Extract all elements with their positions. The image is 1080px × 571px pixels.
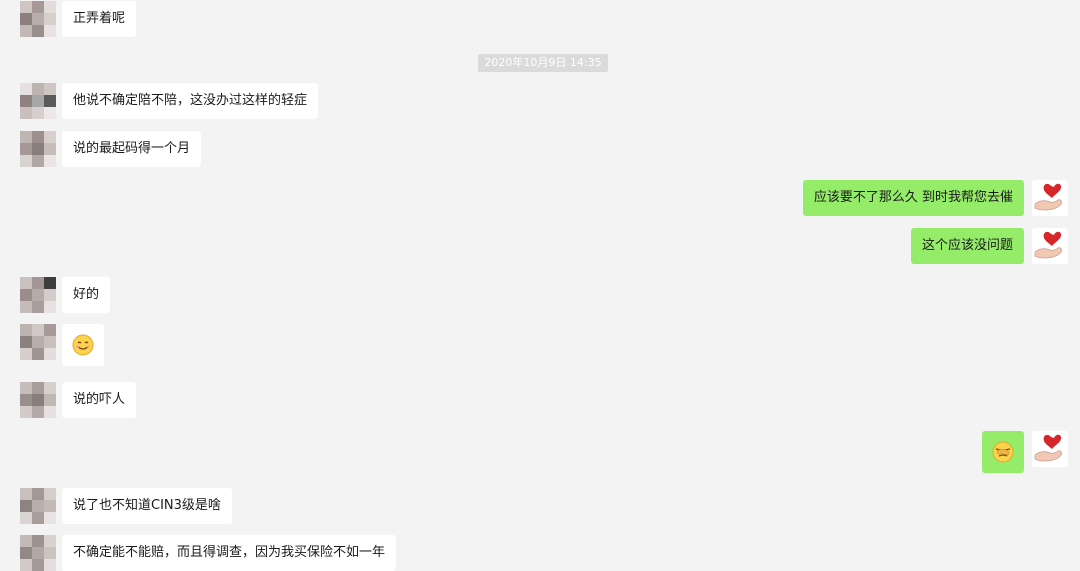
contact-avatar[interactable] bbox=[20, 488, 56, 524]
message-bubble[interactable]: 说的吓人 bbox=[62, 382, 137, 418]
self-avatar[interactable] bbox=[1032, 228, 1068, 264]
chat-area: 正弄着呢 2020年10月9日 14:35 他说不确定陪不陪，这没办过这样的轻症… bbox=[0, 0, 1080, 571]
message-row: 不确定能不能赔，而且得调查，因为我买保险不如一年 bbox=[10, 535, 440, 571]
message-bubble[interactable] bbox=[62, 324, 104, 366]
contact-avatar[interactable] bbox=[20, 83, 56, 119]
heart-hand-icon bbox=[1034, 183, 1063, 211]
message-bubble[interactable]: 说了也不知道CIN3级是啥 bbox=[62, 488, 232, 524]
contact-avatar[interactable] bbox=[20, 324, 56, 360]
message-row: 他说不确定陪不陪，这没办过这样的轻症 bbox=[10, 83, 410, 119]
contact-avatar[interactable] bbox=[20, 131, 56, 167]
contact-avatar[interactable] bbox=[20, 1, 56, 37]
message-row: 应该要不了那么久 到时我帮您去催 bbox=[768, 180, 1068, 216]
self-avatar[interactable] bbox=[1032, 431, 1068, 467]
message-bubble[interactable]: 不确定能不能赔，而且得调查，因为我买保险不如一年 bbox=[62, 535, 397, 571]
message-bubble[interactable] bbox=[982, 431, 1024, 473]
smile-emoji-icon bbox=[72, 334, 94, 355]
timestamp: 2020年10月9日 14:35 bbox=[478, 54, 608, 72]
message-bubble[interactable]: 正弄着呢 bbox=[62, 1, 137, 37]
contact-avatar[interactable] bbox=[20, 535, 56, 571]
heart-hand-icon bbox=[1034, 231, 1063, 259]
message-bubble[interactable]: 他说不确定陪不陪，这没办过这样的轻症 bbox=[62, 83, 319, 119]
message-row: 好的 bbox=[10, 277, 210, 313]
message-row: 正弄着呢 bbox=[10, 1, 210, 37]
message-row: 说的吓人 bbox=[10, 382, 210, 418]
contact-avatar[interactable] bbox=[20, 382, 56, 418]
self-avatar[interactable] bbox=[1032, 180, 1068, 216]
message-bubble[interactable]: 应该要不了那么久 到时我帮您去催 bbox=[802, 180, 1024, 216]
message-bubble[interactable]: 好的 bbox=[62, 277, 111, 313]
message-row bbox=[10, 324, 210, 366]
message-row: 这个应该没问题 bbox=[868, 228, 1068, 264]
message-row: 说的最起码得一个月 bbox=[10, 131, 310, 167]
message-row bbox=[868, 431, 1068, 473]
message-bubble[interactable]: 这个应该没问题 bbox=[910, 228, 1024, 264]
heart-hand-icon bbox=[1034, 434, 1063, 462]
message-row: 说了也不知道CIN3级是啥 bbox=[10, 488, 310, 524]
contact-avatar[interactable] bbox=[20, 277, 56, 313]
facepalm-emoji-icon bbox=[992, 441, 1014, 462]
message-bubble[interactable]: 说的最起码得一个月 bbox=[62, 131, 202, 167]
